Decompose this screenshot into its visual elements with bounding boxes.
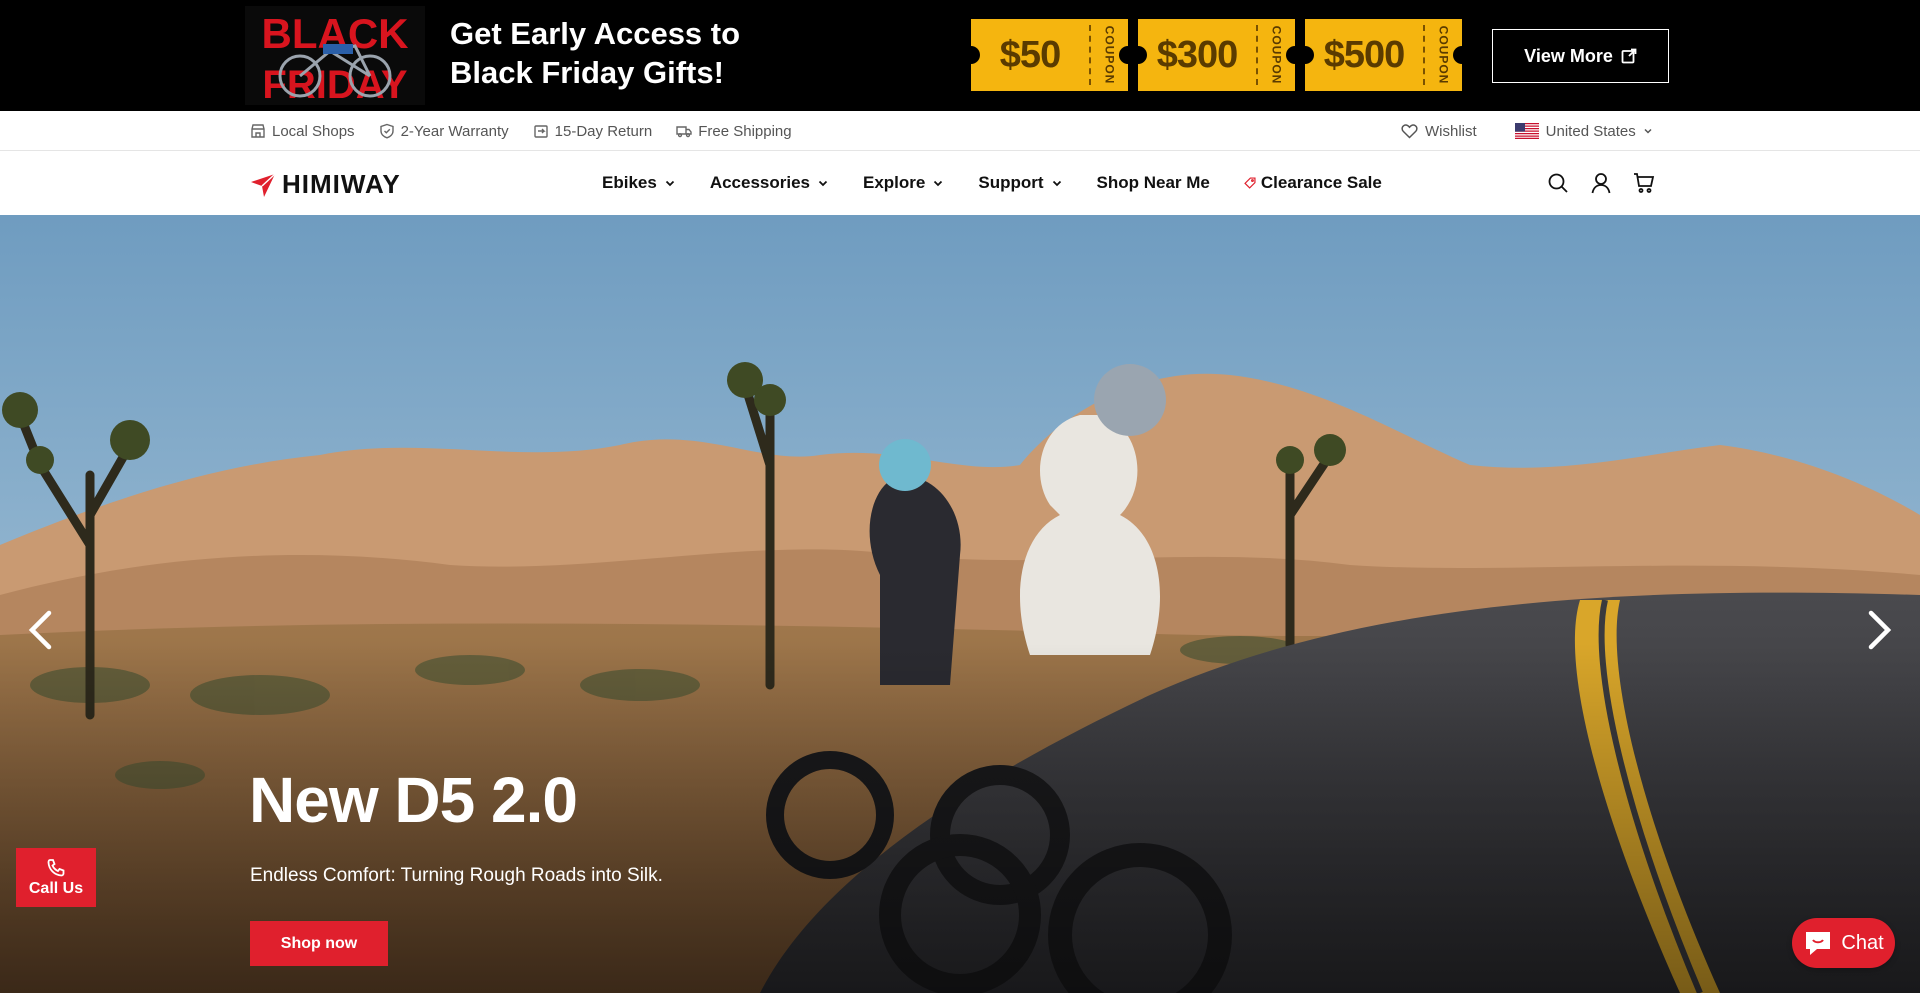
coupon-group: $50 COUPON $300 COUPON $500 COUPON [962, 19, 1471, 91]
hero-subtitle: Endless Comfort: Turning Rough Roads int… [250, 865, 663, 886]
chevron-down-icon [934, 180, 943, 187]
heart-icon [1401, 124, 1418, 139]
country-selector[interactable]: United States [1514, 122, 1653, 140]
cart-icon[interactable] [1632, 171, 1656, 195]
chevron-down-icon [665, 180, 674, 187]
coupon-amount: $300 [1156, 33, 1239, 76]
truck-icon [676, 126, 692, 138]
wishlist-label: Wishlist [1425, 122, 1477, 140]
utility-label: 2-Year Warranty [400, 122, 509, 140]
utility-label: Local Shops [272, 122, 355, 140]
utility-bar: Local Shops 2-Year Warranty 15-Day Retur… [0, 111, 1920, 151]
phone-icon [47, 858, 65, 876]
menu-label: Support [978, 173, 1044, 192]
menu-label: Accessories [709, 173, 810, 192]
coupon-label: COUPON [1269, 25, 1284, 85]
promo-heading-line2: Black Friday Gifts! [450, 55, 724, 90]
himiway-logo[interactable]: HIMIWAY [250, 169, 401, 200]
us-flag-icon [1514, 123, 1539, 139]
main-navigation: HIMIWAY Ebikes Accessories Explore Suppo… [0, 151, 1920, 215]
carousel-next-button[interactable] [1860, 600, 1900, 660]
menu-label: Explore [863, 173, 926, 192]
chat-label: Chat [1841, 931, 1884, 954]
chevron-right-icon [1868, 610, 1892, 650]
view-more-button[interactable]: View More [1492, 29, 1669, 83]
local-shops-link[interactable]: Local Shops [250, 123, 355, 140]
tag-icon [1244, 177, 1256, 189]
hero-title: New D5 2.0 [249, 764, 578, 836]
coupon-amount: $500 [1323, 33, 1406, 76]
return-link[interactable]: 15-Day Return [533, 122, 653, 140]
wishlist-link[interactable]: Wishlist [1401, 123, 1477, 140]
call-us-button[interactable]: Call Us [16, 848, 96, 907]
utility-label: Free Shipping [698, 122, 792, 140]
chat-button[interactable]: Chat [1792, 918, 1895, 968]
svg-text:FRIDAY: FRIDAY [262, 63, 408, 105]
menu-accessories[interactable]: Accessories [710, 173, 829, 193]
main-menu: Ebikes Accessories Explore Support Shop … [602, 151, 1382, 215]
store-icon [251, 124, 265, 138]
call-us-label: Call Us [28, 879, 84, 897]
menu-clearance-sale[interactable]: Clearance Sale [1244, 173, 1382, 193]
chevron-down-icon [1644, 128, 1652, 134]
view-more-label: View More [1524, 45, 1613, 66]
shop-now-button[interactable]: Shop now [250, 921, 388, 966]
coupon-50: $50 COUPON [962, 19, 1137, 91]
coupon-label: COUPON [1102, 25, 1117, 85]
black-friday-art: BLACK FRIDAY [245, 6, 425, 107]
coupon-500: $500 COUPON [1296, 19, 1471, 91]
menu-label: Ebikes [602, 173, 657, 192]
warranty-link[interactable]: 2-Year Warranty [379, 123, 509, 140]
chat-bubble-icon [1806, 932, 1831, 955]
external-link-icon [1621, 48, 1637, 64]
menu-support[interactable]: Support [978, 173, 1062, 193]
nav-actions [1546, 151, 1656, 215]
coupon-300: $300 COUPON [1129, 19, 1304, 91]
menu-shop-near-me[interactable]: Shop Near Me [1097, 173, 1210, 193]
menu-explore[interactable]: Explore [863, 173, 944, 193]
menu-label: Clearance Sale [1260, 173, 1382, 192]
chevron-left-icon [28, 610, 52, 650]
search-icon[interactable] [1546, 171, 1570, 195]
shield-check-icon [379, 123, 394, 139]
chevron-down-icon [818, 180, 828, 187]
hero-slide: New D5 2.0 Endless Comfort: Turning Roug… [0, 215, 1920, 993]
chevron-down-icon [1052, 180, 1061, 187]
account-icon[interactable] [1589, 171, 1613, 195]
logo-text: HIMIWAY [282, 169, 401, 199]
logo-mark-icon [251, 172, 276, 197]
shipping-link[interactable]: Free Shipping [676, 122, 792, 140]
promo-heading: Get Early Access to Black Friday Gifts! [450, 14, 780, 92]
promo-heading-line1: Get Early Access to [450, 16, 741, 51]
return-icon [533, 125, 548, 138]
promo-banner: BLACK FRIDAY Get Early Access to Black F… [0, 0, 1920, 111]
menu-ebikes[interactable]: Ebikes [602, 173, 676, 193]
menu-label: Shop Near Me [1096, 173, 1210, 192]
coupon-label: COUPON [1436, 25, 1451, 85]
country-label: United States [1545, 122, 1636, 140]
carousel-prev-button[interactable] [20, 600, 60, 660]
utility-label: 15-Day Return [554, 122, 653, 140]
coupon-amount: $50 [999, 33, 1061, 76]
